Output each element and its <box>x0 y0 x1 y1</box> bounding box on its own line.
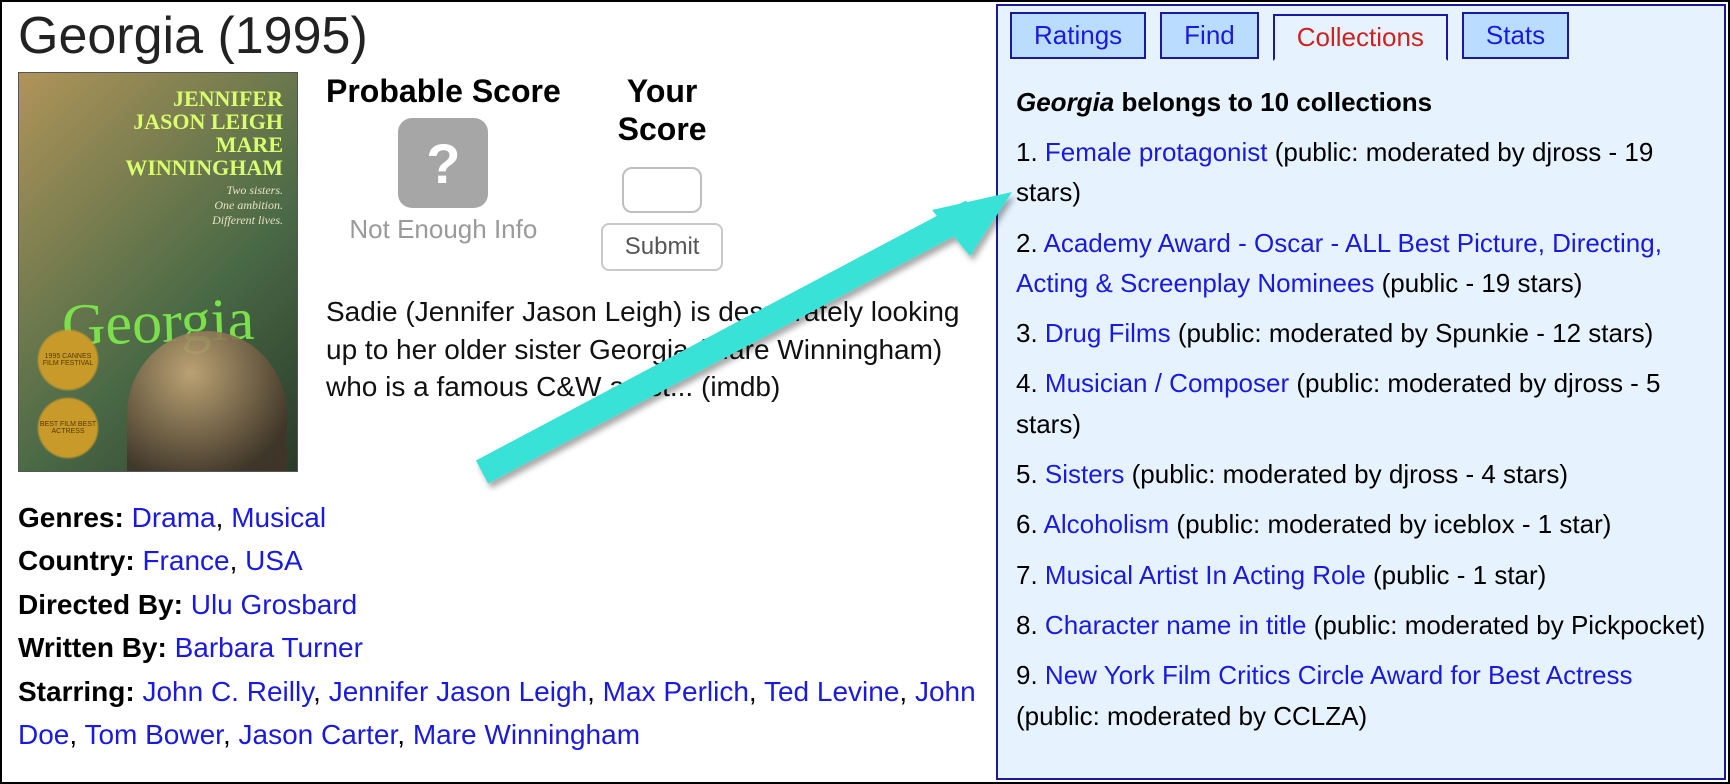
collection-item: 5. Sisters (public: moderated by djross … <box>1016 454 1706 494</box>
collection-info: (public: moderated by iceblox - 1 star) <box>1169 509 1611 539</box>
country-label: Country: <box>18 545 135 576</box>
top-row: JENNIFER JASON LEIGH MARE WINNINGHAM Two… <box>18 72 980 472</box>
meta-directed: Directed By: Ulu Grosbard <box>18 583 980 626</box>
collection-info: (public: moderated by Pickpocket) <box>1306 610 1705 640</box>
probable-score-unknown-icon: ? <box>398 118 488 208</box>
collection-number: 5. <box>1016 459 1045 489</box>
collection-number: 3. <box>1016 318 1045 348</box>
meta-written: Written By: Barbara Turner <box>18 626 980 669</box>
submit-button[interactable]: Submit <box>601 223 724 271</box>
collection-number: 4. <box>1016 368 1045 398</box>
cast-link[interactable]: Jennifer Jason Leigh <box>329 676 587 707</box>
collection-link[interactable]: Drug Films <box>1045 318 1171 348</box>
collections-heading: Georgia belongs to 10 collections <box>998 59 1724 132</box>
meta-starring: Starring: John C. Reilly, Jennifer Jason… <box>18 670 980 757</box>
cast-link[interactable]: Jason Carter <box>239 719 398 750</box>
genres-label: Genres: <box>18 502 124 533</box>
collections-heading-title: Georgia <box>1016 87 1114 117</box>
genre-link[interactable]: Drama <box>132 502 216 533</box>
probable-score-status: Not Enough Info <box>326 214 561 245</box>
cast-link[interactable]: Tom Bower <box>84 719 223 750</box>
scores-area: Probable Score ? Not Enough Info YourSco… <box>298 72 980 472</box>
collections-heading-rest: belongs to 10 collections <box>1114 87 1432 117</box>
collection-info: (public - 19 stars) <box>1374 268 1582 298</box>
collection-link[interactable]: Musician / Composer <box>1045 368 1289 398</box>
collections-panel: Ratings Find Collections Stats Georgia b… <box>996 4 1726 780</box>
written-label: Written By: <box>18 632 167 663</box>
collection-number: 8. <box>1016 610 1045 640</box>
meta-country: Country: France, USA <box>18 539 980 582</box>
your-score-col: YourScore Submit <box>601 72 724 271</box>
movie-poster[interactable]: JENNIFER JASON LEIGH MARE WINNINGHAM Two… <box>18 72 298 472</box>
collection-number: 7. <box>1016 560 1045 590</box>
synopsis: Sadie (Jennifer Jason Leigh) is desperat… <box>326 293 980 406</box>
collection-number: 1. <box>1016 137 1045 167</box>
collection-item: 3. Drug Films (public: moderated by Spun… <box>1016 313 1706 353</box>
tab-ratings[interactable]: Ratings <box>1010 12 1146 59</box>
collection-info: (public - 1 star) <box>1366 560 1547 590</box>
tab-stats[interactable]: Stats <box>1462 12 1569 59</box>
country-link[interactable]: USA <box>245 545 303 576</box>
collection-info: (public: moderated by Spunkie - 12 stars… <box>1171 318 1654 348</box>
cast-link[interactable]: John C. Reilly <box>142 676 313 707</box>
collection-info: (public: moderated by CCLZA) <box>1016 701 1367 731</box>
collection-number: 9. <box>1016 660 1045 690</box>
cast-link[interactable]: Mare Winningham <box>413 719 640 750</box>
collection-link[interactable]: New York Film Critics Circle Award for B… <box>1045 660 1633 690</box>
page-title: Georgia (1995) <box>18 6 980 66</box>
collection-item: 9. New York Film Critics Circle Award fo… <box>1016 655 1706 736</box>
left-pane: Georgia (1995) JENNIFER JASON LEIGH MARE… <box>2 2 996 782</box>
poster-laurel-1: 1995 CANNES FILM FESTIVAL <box>31 323 105 397</box>
poster-cast-names: JENNIFER JASON LEIGH MARE WINNINGHAM <box>125 87 283 179</box>
app-frame: Georgia (1995) JENNIFER JASON LEIGH MARE… <box>0 0 1730 784</box>
collection-link[interactable]: Alcoholism <box>1043 509 1169 539</box>
collection-number: 6. <box>1016 509 1043 539</box>
collection-item: 4. Musician / Composer (public: moderate… <box>1016 363 1706 444</box>
collection-link[interactable]: Female protagonist <box>1045 137 1268 167</box>
collection-link[interactable]: Musical Artist In Acting Role <box>1045 560 1366 590</box>
probable-score-col: Probable Score ? Not Enough Info <box>326 72 561 271</box>
starring-label: Starring: <box>18 676 135 707</box>
poster-laurel-2: BEST FILM BEST ACTRESS <box>31 391 105 465</box>
collection-item: 8. Character name in title (public: mode… <box>1016 605 1706 645</box>
meta-genres: Genres: Drama, Musical <box>18 496 980 539</box>
country-link[interactable]: France <box>142 545 229 576</box>
your-score-label: YourScore <box>601 72 724 149</box>
probable-score-label: Probable Score <box>326 72 561 110</box>
collection-link[interactable]: Character name in title <box>1045 610 1307 640</box>
cast-link[interactable]: Max Perlich <box>603 676 749 707</box>
writer-link[interactable]: Barbara Turner <box>175 632 363 663</box>
tab-collections[interactable]: Collections <box>1273 14 1448 61</box>
collection-item: 2. Academy Award - Oscar - ALL Best Pict… <box>1016 223 1706 304</box>
cast-link[interactable]: Ted Levine <box>764 676 899 707</box>
tabs-row: Ratings Find Collections Stats <box>998 6 1724 59</box>
tab-find[interactable]: Find <box>1160 12 1259 59</box>
collection-link[interactable]: Sisters <box>1045 459 1124 489</box>
director-link[interactable]: Ulu Grosbard <box>191 589 358 620</box>
genre-link[interactable]: Musical <box>231 502 326 533</box>
collection-item: 6. Alcoholism (public: moderated by iceb… <box>1016 504 1706 544</box>
collection-number: 2. <box>1016 228 1043 258</box>
your-score-input[interactable] <box>622 167 702 213</box>
metadata: Genres: Drama, Musical Country: France, … <box>18 496 980 756</box>
collection-item: 7. Musical Artist In Acting Role (public… <box>1016 555 1706 595</box>
collection-item: 1. Female protagonist (public: moderated… <box>1016 132 1706 213</box>
collection-info: (public: moderated by djross - 4 stars) <box>1124 459 1568 489</box>
poster-tagline: Two sisters. One ambition. Different liv… <box>212 183 283 228</box>
directed-label: Directed By: <box>18 589 183 620</box>
collections-list: 1. Female protagonist (public: moderated… <box>998 132 1724 756</box>
